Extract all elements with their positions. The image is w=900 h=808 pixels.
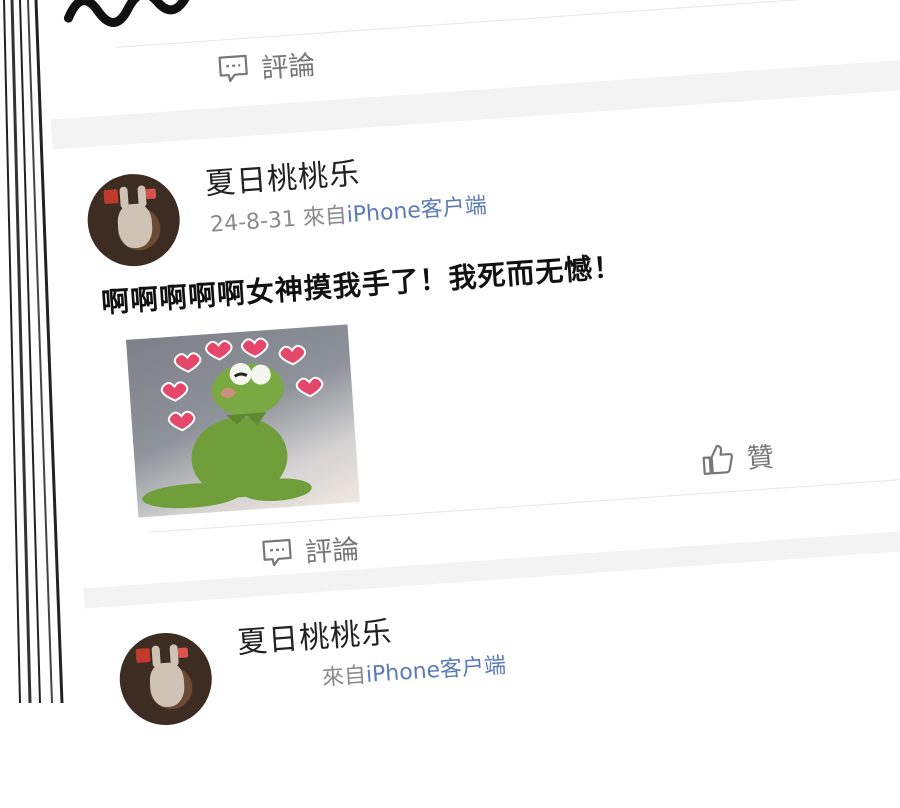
avatar[interactable] bbox=[84, 170, 183, 270]
source-prefix: 來自 bbox=[301, 203, 348, 232]
comment-label: 評論 bbox=[260, 50, 317, 85]
post-text: 啊啊啊啊啊女神摸我手了！我死而无憾！ bbox=[100, 250, 624, 320]
comment-button[interactable]: 評論 bbox=[216, 43, 316, 89]
comment-icon bbox=[218, 54, 248, 82]
post-card: 夏日桃桃乐 24-8-31 來自iPhone客户端 啊啊啊啊啊女神摸我手了！我死… bbox=[52, 86, 900, 589]
like-button[interactable]: 贊 bbox=[699, 435, 775, 479]
comment-button[interactable]: 評論 bbox=[260, 527, 360, 573]
avatar[interactable] bbox=[116, 629, 215, 729]
like-label: 贊 bbox=[745, 442, 775, 475]
thumbs-up-icon bbox=[702, 444, 733, 475]
divider bbox=[115, 0, 900, 48]
author-name[interactable]: 夏日桃桃乐 bbox=[204, 148, 362, 203]
comment-icon bbox=[262, 538, 292, 566]
post-date: 24-8-31 bbox=[209, 206, 297, 238]
source-prefix: 來自 bbox=[321, 663, 367, 692]
author-name[interactable]: 夏日桃桃乐 bbox=[236, 607, 394, 662]
post-image[interactable] bbox=[126, 324, 360, 518]
source-link[interactable]: iPhone客户端 bbox=[365, 653, 507, 688]
comment-label: 評論 bbox=[304, 534, 361, 569]
feed-screen: 贊 評論 夏日桃桃乐 24-8-31 來自iPhone客户端 啊啊啊啊啊女神摸我… bbox=[40, 0, 900, 808]
scribble-graphic bbox=[63, 0, 192, 27]
post-card: 夏日桃桃乐 來自iPhone客户端 bbox=[84, 545, 900, 808]
kermit-hearts-image bbox=[142, 337, 324, 509]
source-link[interactable]: iPhone客户端 bbox=[346, 193, 488, 228]
